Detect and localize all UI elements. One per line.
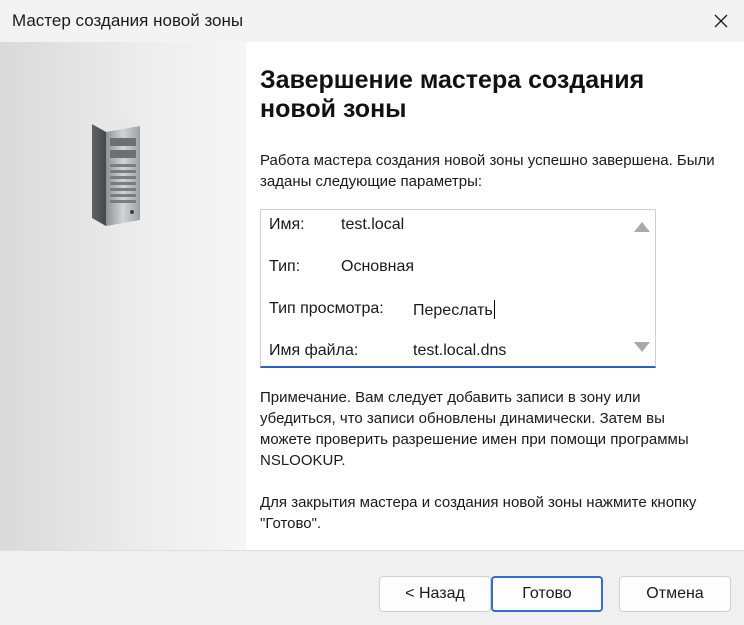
text-caret xyxy=(493,300,495,319)
wizard-side-panel xyxy=(0,42,246,550)
param-value: Переслать xyxy=(413,302,493,319)
finish-button[interactable]: Готово xyxy=(491,576,603,612)
scroll-down-arrow-icon[interactable] xyxy=(634,342,650,352)
param-row-file-name: Имя файла: test.local.dns xyxy=(269,342,506,360)
param-label: Имя файла: xyxy=(269,342,359,359)
close-button[interactable] xyxy=(698,0,744,42)
wizard-content: Завершение мастера создания новой зоны Р… xyxy=(0,42,744,550)
parameters-textbox[interactable]: Имя: test.local Тип: Основная Тип просмо… xyxy=(260,209,656,368)
server-icon xyxy=(92,118,140,226)
window-title: Мастер создания новой зоны xyxy=(12,11,244,30)
param-value: test.local xyxy=(341,216,405,233)
close-icon xyxy=(714,14,728,28)
param-value: test.local.dns xyxy=(413,342,507,359)
param-row-type: Тип: Основная xyxy=(269,258,414,276)
vertical-scrollbar[interactable] xyxy=(629,210,655,366)
param-label: Тип: xyxy=(269,258,301,275)
final-instruction-text: Для закрытия мастера и создания новой зо… xyxy=(260,494,697,532)
param-label: Тип просмотра: xyxy=(269,300,384,317)
back-button[interactable]: < Назад xyxy=(379,576,491,612)
page-title: Завершение мастера создания новой зоны xyxy=(260,66,645,123)
intro-text: Работа мастера создания новой зоны успеш… xyxy=(260,152,715,190)
param-value-with-caret: Переслать xyxy=(413,300,495,320)
title-bar: Мастер создания новой зоны xyxy=(0,0,744,42)
param-value: Основная xyxy=(341,258,415,275)
param-row-lookup-type: Тип просмотра: Переслать xyxy=(269,300,495,319)
button-bar: < Назад Готово Отмена xyxy=(0,550,744,625)
note-text: Примечание. Вам следует добавить записи … xyxy=(260,389,689,469)
param-label: Имя: xyxy=(269,216,305,233)
cancel-button[interactable]: Отмена xyxy=(619,576,731,612)
param-row-name: Имя: test.local xyxy=(269,216,404,234)
scroll-up-arrow-icon[interactable] xyxy=(634,222,650,232)
